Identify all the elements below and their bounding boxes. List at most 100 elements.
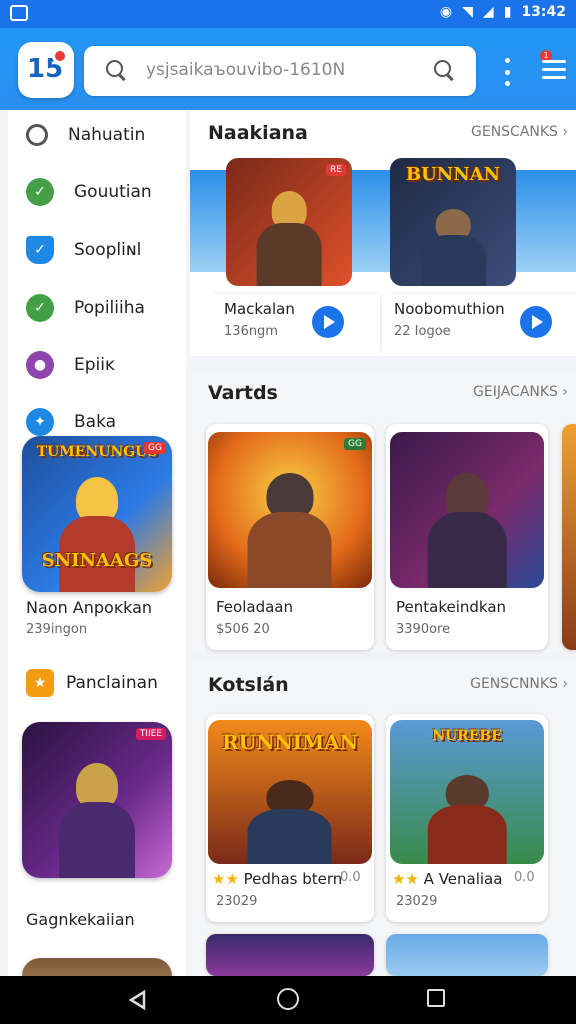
game-hero-art (49, 762, 145, 878)
wifi-icon: ◥ (462, 4, 473, 20)
section-more-link[interactable]: GENSCNNKS › (470, 676, 568, 692)
more-options-icon[interactable] (502, 58, 512, 86)
section-title: Vartds (208, 382, 278, 404)
sidebar-item-label: Gouutian (74, 182, 152, 202)
game-rating: 0.0 (340, 870, 361, 885)
game-title: Feoladaan (216, 598, 293, 616)
sidebar-item-soopliнl[interactable]: ✓ Soopliɴl (8, 225, 186, 275)
game-card[interactable] (386, 934, 548, 976)
game-card[interactable]: NUREBE ★★ A Venaliaa 0.0 23029 (386, 714, 548, 922)
game-sub: 23029 (216, 894, 258, 909)
sidebar-item-label: Epiiĸ (74, 355, 115, 375)
game-title: Noobomuthion (394, 300, 505, 318)
status-bar: ◉ ◥ ◢ ▮ 13:42 (0, 0, 576, 28)
system-nav-bar (0, 976, 576, 1024)
leaf-check-icon: ✓ (26, 178, 54, 206)
game-title: ★★ A Venaliaa (392, 870, 503, 888)
game-tag: GG (344, 438, 366, 450)
search-input[interactable]: ysjsaikaъouvibo-1610N (146, 60, 345, 80)
search-submit-icon[interactable] (434, 60, 454, 80)
game-art: RE (226, 158, 352, 286)
sidebar-item-gouutian[interactable]: ✓ Gouutian (8, 167, 186, 217)
notification-dot (52, 48, 68, 64)
game-tag: GG (144, 442, 166, 454)
game-card[interactable]: RE Mackalan 136ngm (212, 154, 384, 354)
sidebar: Nahuatin ✓ Gouutian ✓ Soopliɴl ✓ Popilii… (8, 110, 186, 976)
gallery-icon (10, 5, 28, 21)
sidebar-item-epiik[interactable]: ● Epiiĸ (8, 340, 186, 390)
search-bar[interactable]: ysjsaikaъouvibo-1610N (84, 46, 476, 96)
game-art: NUREBE (390, 720, 544, 864)
game-sub: $506 20 (216, 622, 270, 637)
sidebar-section-label: Panclainan (66, 673, 158, 693)
section-more-link[interactable]: GEIJACANKS › (473, 384, 568, 400)
search-icon[interactable] (106, 60, 126, 80)
leaf-check-icon: ✓ (26, 294, 54, 322)
game-art: GG (208, 432, 372, 588)
game-sub: 22 Iogoe (394, 324, 451, 339)
game-art (390, 432, 544, 588)
recent-apps-icon[interactable] (427, 989, 445, 1007)
game-card[interactable]: GG Feoladaan $506 20 (206, 424, 374, 650)
featured-title[interactable]: Naon Anpoĸkan (26, 598, 152, 617)
trophy-icon: ★ (26, 669, 54, 697)
sidebar-item-nahuatin[interactable]: Nahuatin (8, 110, 186, 160)
game-card[interactable]: Pentakeindkan 3390ore (386, 424, 548, 650)
signal-icon: ◢ (482, 4, 494, 20)
game-card[interactable]: RUNNIMAN ★★ Pedhas btern 0.0 23029 (206, 714, 374, 922)
game-art-title: BUNNAN (405, 164, 501, 185)
section-kotslan: Kotslán GENSCNNKS › RUNNIMAN ★★ Pedhas b… (190, 662, 576, 976)
game-sub: 3390ore (396, 622, 451, 637)
game-tag: TIIEE (135, 728, 166, 740)
sidebar-footer-label[interactable]: Gagnkekaiian (26, 910, 135, 929)
section-title: Naakiana (208, 122, 308, 144)
featured-game-art[interactable]: TUMENUNGUS SNINAAGS GG (22, 436, 172, 592)
game-art-title: NUREBE (432, 728, 502, 744)
section-vartds: Vartds GEIJACANKS › GG Feoladaan $506 20… (190, 370, 576, 652)
game-art[interactable]: TIIEE (22, 722, 172, 878)
play-icon[interactable] (520, 306, 552, 338)
back-icon[interactable] (128, 990, 148, 1010)
game-art[interactable] (22, 958, 172, 976)
game-title: Pentakeindkan (396, 598, 507, 616)
featured-sub: 239ingon (26, 622, 88, 637)
game-title: Mackalan (224, 300, 295, 318)
rating-stars-icon: ★★ (392, 870, 424, 888)
shield-icon: ✓ (26, 236, 54, 264)
section-more-link[interactable]: GENSCANKS › (471, 124, 568, 140)
section-title: Kotslán (208, 674, 289, 696)
game-title: ★★ Pedhas btern (212, 870, 343, 888)
person-icon: ● (26, 351, 54, 379)
sidebar-item-label: Soopliɴl (74, 240, 142, 260)
game-card-partial[interactable] (562, 424, 576, 650)
play-icon[interactable] (312, 306, 344, 338)
game-card-info: Mackalan 136ngm (212, 294, 380, 354)
sidebar-item-label: Popiliiha (74, 298, 145, 318)
sidebar-item-label: Baka (74, 412, 117, 432)
game-art: BUNNAN (390, 158, 516, 286)
sidebar-item-popiliiha[interactable]: ✓ Popiliiha (8, 283, 186, 333)
section-naakiana: Naakiana GENSCANKS › RE Mackalan 136ngm … (190, 110, 576, 356)
game-hero-art (49, 476, 145, 592)
battery-icon: ▮ (503, 4, 512, 20)
sidebar-section-panclainan[interactable]: ★ Panclainan (8, 658, 186, 708)
sidebar-item-label: Nahuatin (68, 125, 146, 145)
home-icon[interactable] (277, 988, 299, 1010)
game-art-title: RUNNIMAN (222, 730, 358, 754)
game-art: RUNNIMAN (208, 720, 372, 864)
game-card-info: Noobomuthion 22 Iogoe (386, 294, 576, 354)
search-person-icon (26, 124, 48, 146)
app-logo[interactable]: 15 (18, 42, 74, 98)
game-card[interactable]: BUNNAN Noobomuthion 22 Iogoe (386, 154, 576, 354)
hotspot-icon: ◉ (439, 4, 453, 20)
menu-icon[interactable]: 1 (536, 50, 566, 86)
rating-stars-icon: ★★ (212, 870, 244, 888)
game-tag: RE (326, 164, 346, 176)
game-sub: 136ngm (224, 324, 278, 339)
game-card[interactable] (206, 934, 374, 976)
top-bar: 15 ysjsaikaъouvibo-1610N 1 (0, 28, 576, 110)
game-art-subtitle: SNINAAGS (41, 550, 153, 571)
runner-icon: ✦ (26, 408, 54, 436)
game-rating: 0.0 (514, 870, 535, 885)
status-time: 13:42 (521, 4, 566, 20)
